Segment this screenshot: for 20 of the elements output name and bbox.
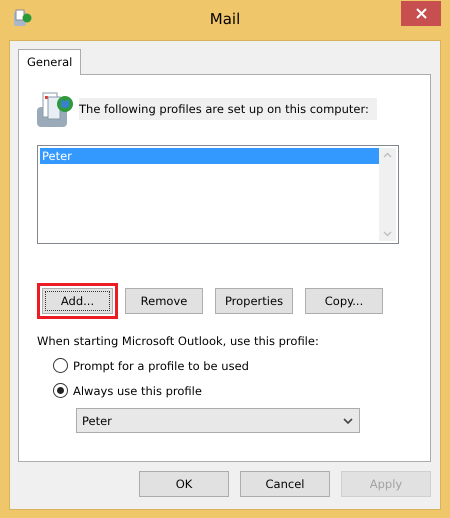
dropdown-value: Peter — [82, 414, 112, 428]
radio-button[interactable] — [53, 383, 68, 398]
radio-button[interactable] — [53, 358, 68, 373]
window-title: Mail — [208, 10, 242, 28]
profile-button[interactable]: Properties — [215, 288, 293, 314]
profile-dropdown[interactable]: Peter — [76, 408, 360, 433]
profile-button[interactable]: Copy... — [305, 288, 383, 314]
dialog-button[interactable]: OK — [139, 471, 229, 497]
close-button[interactable] — [401, 1, 441, 26]
radio-label[interactable]: Prompt for a profile to be used — [73, 358, 249, 372]
radio-label[interactable]: Always use this profile — [73, 384, 202, 398]
chevron-down-icon — [343, 418, 353, 424]
close-icon — [416, 8, 426, 19]
startup-label: When starting Microsoft Outlook, use this profile: — [37, 334, 320, 348]
mail-app-icon — [12, 8, 32, 28]
profile-button[interactable]: Add... — [42, 288, 113, 314]
profiles-heading: The following profiles are set up on this computer: — [79, 98, 377, 120]
tab[interactable]: General — [18, 49, 82, 75]
profile-button[interactable]: Remove — [125, 288, 203, 314]
dialog-button[interactable]: Cancel — [240, 471, 330, 497]
